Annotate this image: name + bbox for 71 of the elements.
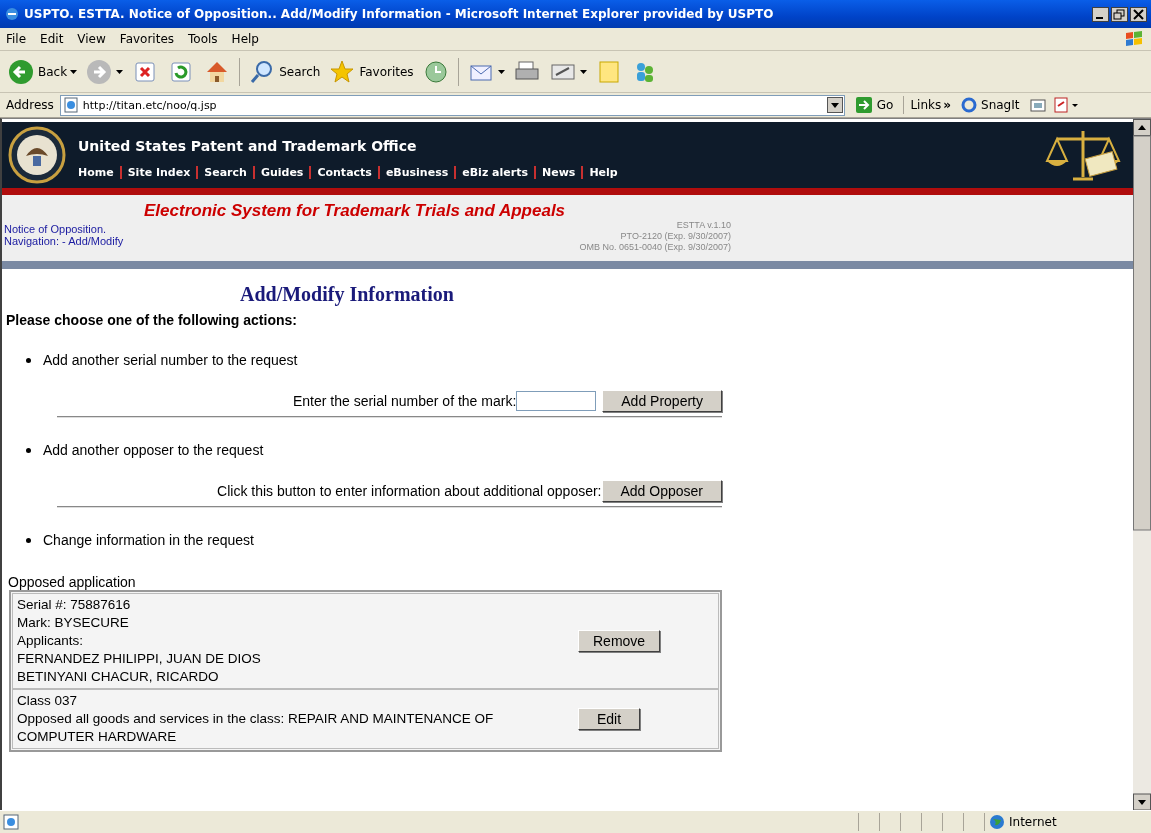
- page-heading: Add/Modify Information: [240, 283, 455, 306]
- cell-text: FERNANDEZ PHILIPPI, JUAN DE DIOS: [17, 650, 262, 668]
- nav-link[interactable]: Help: [589, 165, 618, 179]
- globe-icon: [989, 814, 1005, 830]
- status-zone-text: Internet: [1009, 815, 1057, 829]
- window-title: USPTO. ESTTA. Notice of Opposition.. Add/Modify Information - Microsoft Internet Explorer provided by USPTO: [24, 7, 775, 21]
- dropdown-caret-icon: [70, 69, 78, 74]
- cell-text: BETINYANI CHACUR, RICARDO: [17, 668, 220, 686]
- prompt-text: Enter the serial number of the mark:: [292, 393, 517, 409]
- cell-text: Mark: BYSECURE: [17, 614, 130, 632]
- bullet-icon: [26, 357, 31, 363]
- nav-link[interactable]: Home: [78, 165, 114, 179]
- document-icon[interactable]: [1053, 97, 1080, 113]
- menu-item[interactable]: Favorites: [119, 32, 175, 46]
- chevron-button[interactable]: »: [943, 98, 952, 112]
- dropdown-caret-icon: [116, 69, 124, 74]
- bullet-icon: [26, 447, 31, 453]
- action-text: Add another serial number to the request: [43, 352, 298, 368]
- action-button[interactable]: Add Opposer: [601, 480, 722, 502]
- nav-link[interactable]: Contacts: [317, 165, 372, 179]
- agency-title: United States Patent and Trademark Office: [78, 137, 418, 154]
- address-label: Address: [6, 98, 54, 112]
- toolbar-button[interactable]: Back: [4, 57, 81, 86]
- menu-item[interactable]: Tools: [188, 32, 218, 46]
- cell-text: Applicants:: [17, 632, 85, 650]
- row-button[interactable]: Edit: [578, 708, 641, 730]
- prompt-text: Click this button to enter information about additional opposer:: [217, 483, 602, 499]
- menu-item[interactable]: View: [77, 32, 106, 46]
- version-text: OMB No. 0651-0040 (Exp. 9/30/2007): [579, 242, 731, 253]
- nav-link[interactable]: News: [542, 165, 576, 179]
- menu-item[interactable]: File: [6, 32, 27, 46]
- nav-link[interactable]: Site Index: [127, 165, 191, 179]
- go-button[interactable]: Go: [850, 96, 898, 114]
- snagit-button[interactable]: SnagIt: [957, 97, 1024, 113]
- nav-link[interactable]: Guides: [260, 165, 304, 179]
- menu-item[interactable]: Edit: [40, 32, 64, 46]
- dropdown-caret-icon: [579, 69, 587, 74]
- close-icon[interactable]: [1130, 6, 1147, 22]
- section-label: Opposed application: [7, 574, 137, 590]
- version-text: PTO-2120 (Exp. 9/30/2007): [620, 231, 731, 242]
- system-title: Electronic System for Trademark Trials and Appeals: [144, 200, 566, 221]
- address-field[interactable]: http://titan.etc/noo/q.jsp: [59, 94, 845, 116]
- action-text: Change information in the request: [43, 532, 254, 548]
- toolbar-button[interactable]: Favorites: [325, 57, 417, 86]
- windows-flag-icon: [1123, 29, 1145, 49]
- minimize-icon[interactable]: [1092, 6, 1109, 22]
- page-icon: [62, 97, 79, 113]
- nav-link[interactable]: eBusiness: [385, 165, 449, 179]
- action-text: Add another opposer to the request: [43, 442, 264, 458]
- version-text: ESTTA v.1.10: [676, 220, 731, 231]
- cell-text: Serial #: 75887616: [17, 596, 132, 614]
- action-button[interactable]: Add Property: [602, 390, 722, 412]
- capture-icon[interactable]: [1029, 97, 1048, 113]
- serial-number-field[interactable]: [516, 391, 597, 411]
- cell-text: Class 037: [17, 692, 79, 710]
- cell-text: Opposed all goods and services in the class: REPAIR AND MAINTENANCE OF COMPUTER HARDWARE: [17, 710, 495, 746]
- bullet-icon: [26, 537, 31, 543]
- row-button[interactable]: Remove: [578, 630, 661, 652]
- nav-link[interactable]: eBiz alerts: [462, 165, 528, 179]
- instruction-text: Please choose one of the following actions:: [6, 312, 298, 328]
- breadcrumb-text: Notice of Opposition.: [4, 223, 108, 235]
- seal-icon: [8, 126, 66, 184]
- breadcrumb-text: Navigation: - Add/Modify: [4, 235, 125, 247]
- nav-link[interactable]: Search: [204, 165, 247, 179]
- scrollbar[interactable]: [1133, 119, 1151, 811]
- dropdown-icon: [826, 97, 843, 113]
- toolbar-button[interactable]: Search: [245, 57, 324, 86]
- maximize-icon[interactable]: [1111, 6, 1128, 22]
- links-label[interactable]: Links: [910, 98, 942, 112]
- dropdown-caret-icon: [497, 69, 505, 74]
- menu-item[interactable]: Help: [231, 32, 259, 46]
